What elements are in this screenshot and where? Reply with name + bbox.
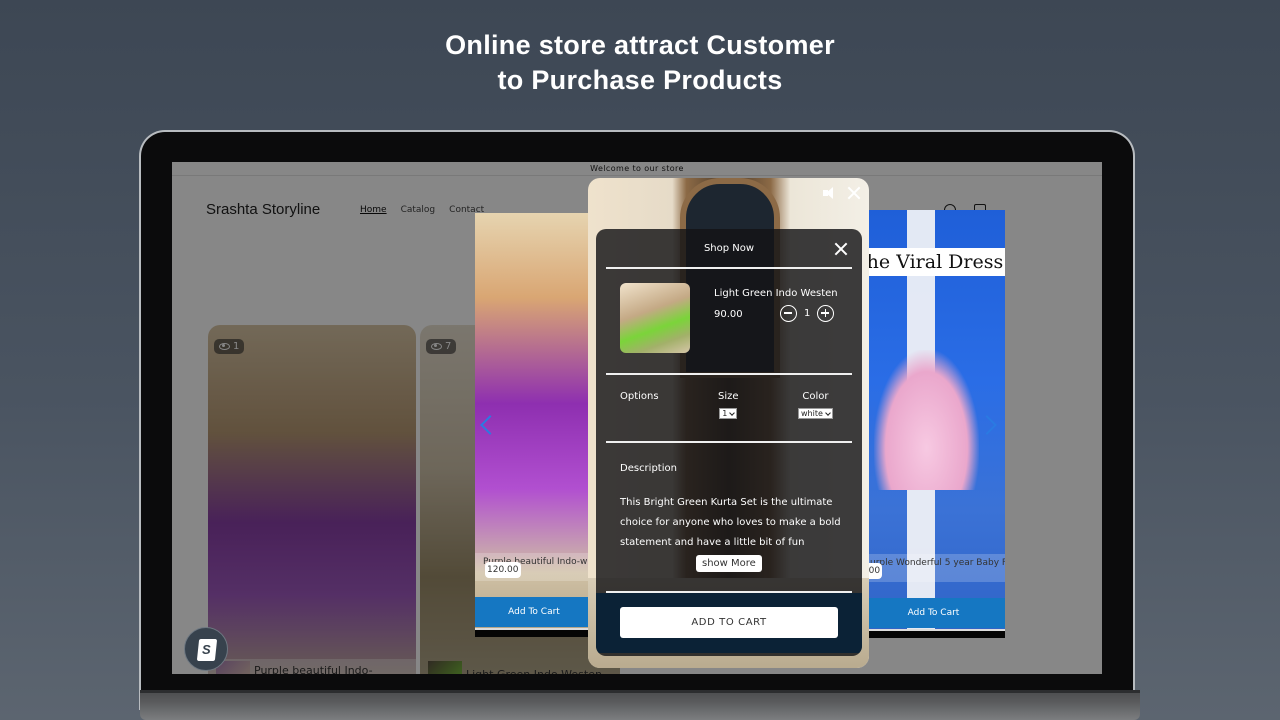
options-row: Options Size 1 Color white bbox=[596, 375, 862, 441]
view-count-badge: 7 bbox=[426, 339, 457, 354]
laptop-screen: Welcome to our store Srashta Storyline H… bbox=[172, 162, 1102, 674]
quantity-stepper: 1 bbox=[780, 305, 835, 322]
story-product-image bbox=[874, 350, 979, 490]
close-icon[interactable] bbox=[834, 242, 848, 256]
description-text: This Bright Green Kurta Set is the ultim… bbox=[620, 497, 841, 548]
story-progress-bar bbox=[475, 628, 593, 637]
main-nav: Home Catalog Contact bbox=[360, 205, 484, 215]
options-label: Options bbox=[620, 391, 659, 402]
panel-title: Shop Now bbox=[703, 243, 755, 254]
nav-catalog[interactable]: Catalog bbox=[401, 205, 436, 215]
headline-line-1: Online store attract Customer bbox=[445, 30, 835, 60]
story-title: urple Wonderful 5 year Baby Fro bbox=[862, 554, 1005, 582]
product-thumbnail bbox=[620, 283, 690, 353]
story-price: 120.00 bbox=[485, 562, 521, 578]
video-controls bbox=[823, 186, 861, 200]
size-label: Size bbox=[718, 391, 739, 402]
chevron-down-icon bbox=[825, 409, 831, 416]
add-to-cart-button[interactable]: ADD TO CART bbox=[620, 607, 838, 638]
product-name: Light Green Indo Westen bbox=[714, 288, 838, 299]
eye-icon bbox=[431, 343, 442, 350]
view-count-badge: 1 bbox=[214, 339, 245, 354]
shop-now-panel: Shop Now Light Green Indo Westen 90.00 1… bbox=[596, 229, 862, 656]
plus-icon[interactable] bbox=[817, 305, 835, 322]
description-section: Description This Bright Green Kurta Set … bbox=[596, 443, 862, 591]
chevron-down-icon bbox=[729, 409, 736, 416]
story-add-to-cart-button[interactable]: Add To Cart bbox=[862, 598, 1005, 628]
laptop-base bbox=[140, 690, 1140, 720]
quantity-value: 1 bbox=[804, 308, 811, 319]
product-price: 90.00 bbox=[714, 309, 743, 320]
close-icon[interactable] bbox=[847, 186, 861, 200]
announcement-bar: Welcome to our store bbox=[172, 162, 1102, 176]
size-select[interactable]: 1 bbox=[719, 408, 738, 419]
show-more-button[interactable]: show More bbox=[696, 555, 762, 572]
video-card[interactable]: 1 Purple beautiful Indo- bbox=[208, 325, 416, 674]
nav-home[interactable]: Home bbox=[360, 205, 387, 215]
description-label: Description bbox=[620, 463, 677, 474]
color-select[interactable]: white bbox=[798, 408, 833, 419]
store-logo[interactable]: Srashta Storyline bbox=[206, 201, 320, 218]
story-progress-bar bbox=[862, 629, 1005, 638]
eye-icon bbox=[219, 343, 230, 350]
video-card-title: Purple beautiful Indo- bbox=[208, 659, 416, 674]
product-row: Light Green Indo Westen 90.00 1 bbox=[596, 269, 862, 373]
story-banner: The Viral Dress bbox=[862, 248, 1005, 276]
story-add-to-cart-button[interactable]: Add To Cart bbox=[475, 597, 593, 627]
minus-icon[interactable] bbox=[780, 305, 797, 322]
panel-header: Shop Now bbox=[596, 229, 862, 267]
speaker-icon[interactable] bbox=[823, 187, 837, 199]
color-label: Color bbox=[802, 391, 829, 402]
headline-line-2: to Purchase Products bbox=[497, 65, 783, 95]
headline: Online store attract Customer to Purchas… bbox=[0, 28, 1280, 98]
shopify-bag-icon[interactable]: S bbox=[184, 627, 228, 671]
